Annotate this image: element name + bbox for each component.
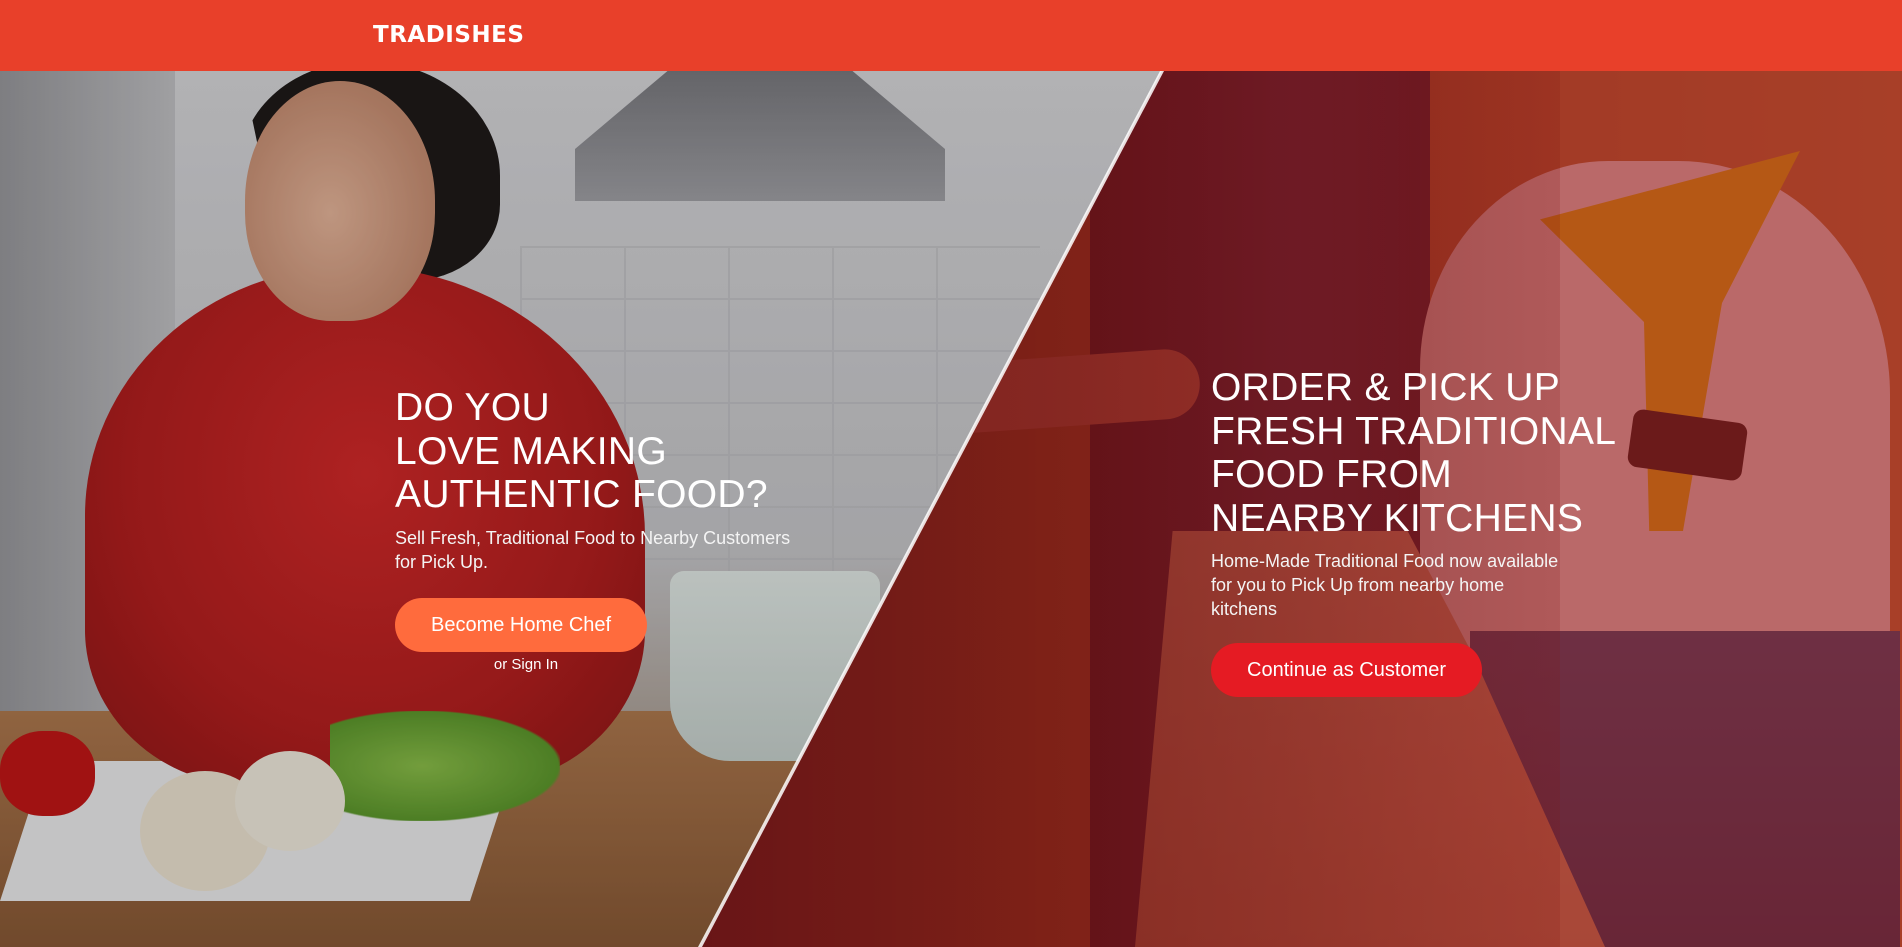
sign-in-link[interactable]: or Sign In xyxy=(395,656,657,673)
home-chef-section: DO YOU LOVE MAKING AUTHENTIC FOOD? Sell … xyxy=(395,386,815,673)
continue-as-customer-button[interactable]: Continue as Customer xyxy=(1211,643,1482,697)
home-chef-subcopy: Sell Fresh, Traditional Food to Nearby C… xyxy=(395,527,791,572)
customer-section: ORDER & PICK UP FRESH TRADITIONAL FOOD F… xyxy=(1211,366,1651,697)
customer-headline: ORDER & PICK UP FRESH TRADITIONAL FOOD F… xyxy=(1211,366,1617,540)
tradishes-logo[interactable]: TRADISHES xyxy=(373,22,524,48)
customer-subcopy: Home-Made Traditional Food now available… xyxy=(1211,551,1559,619)
home-chef-headline: DO YOU LOVE MAKING AUTHENTIC FOOD? xyxy=(395,386,768,516)
split-hero: DO YOU LOVE MAKING AUTHENTIC FOOD? Sell … xyxy=(0,71,1902,947)
become-home-chef-button[interactable]: Become Home Chef xyxy=(395,597,648,652)
top-navigation-bar: TRADISHES xyxy=(0,0,1902,71)
